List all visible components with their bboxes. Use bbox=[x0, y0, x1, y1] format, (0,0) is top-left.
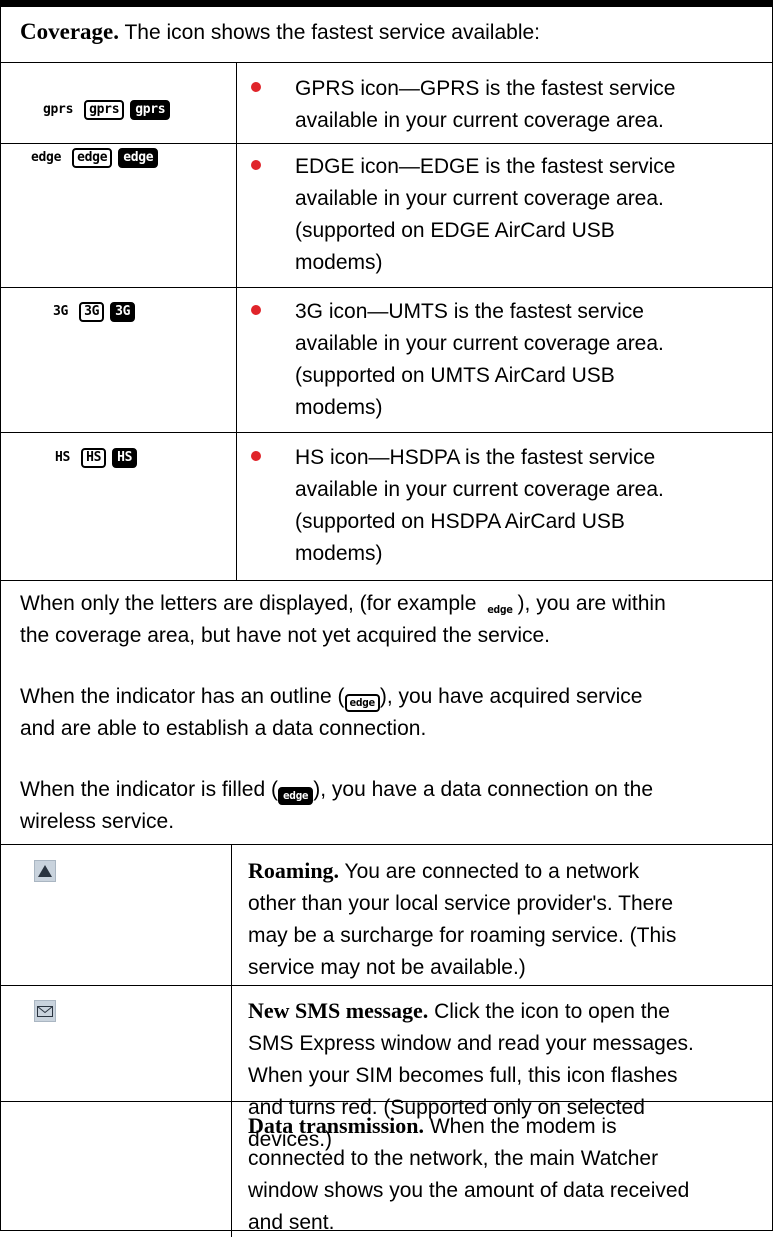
coverage-heading: Coverage. The icon shows the fastest ser… bbox=[20, 16, 540, 49]
umts-description: 3G icon—UMTS is the fastest service avai… bbox=[295, 296, 750, 424]
text-line: (supported on EDGE AirCard USB bbox=[295, 219, 615, 242]
note-text: and are able to establish a data connect… bbox=[20, 717, 427, 740]
bullet-icon bbox=[251, 451, 261, 461]
text-line: service may not be available.) bbox=[248, 956, 526, 979]
gprs-letters-icon: gprs bbox=[43, 102, 74, 117]
gprs-icons: gprs gprs gprs bbox=[38, 100, 171, 120]
coverage-title: Coverage. bbox=[20, 19, 119, 44]
edge-icons: edge edge edge bbox=[26, 148, 159, 168]
note-text: ), you have acquired service bbox=[379, 685, 643, 708]
note-outline: When the indicator has an outline (edge)… bbox=[20, 681, 750, 745]
3g-filled-icon: 3G bbox=[110, 302, 136, 322]
note-letters-only: When only the letters are displayed, (fo… bbox=[20, 588, 750, 652]
hsdpa-icons: HS HS HS bbox=[50, 448, 138, 468]
data-transmission-title: Data transmission. bbox=[248, 1113, 425, 1138]
envelope-glyph bbox=[37, 1005, 53, 1017]
text-line: Click the icon to open the bbox=[428, 1000, 670, 1023]
row-divider bbox=[0, 432, 773, 433]
envelope-icon bbox=[34, 1000, 56, 1022]
edge-letters-icon: edge bbox=[487, 603, 513, 616]
sms-title: New SMS message. bbox=[248, 998, 429, 1023]
text-line: When the modem is bbox=[424, 1115, 617, 1138]
note-text: ), you are within bbox=[517, 592, 666, 615]
row-divider bbox=[0, 287, 773, 288]
edge-filled-icon: edge bbox=[277, 787, 314, 805]
roaming-description: Roaming. You are connected to a network … bbox=[248, 855, 753, 984]
text-line: 3G icon—UMTS is the fastest service bbox=[295, 300, 644, 323]
row-divider bbox=[0, 62, 773, 63]
note-text: When only the letters are displayed, (fo… bbox=[20, 592, 483, 615]
note-filled: When the indicator is filled (edge), you… bbox=[20, 774, 750, 838]
row-divider bbox=[0, 1101, 773, 1102]
column-divider bbox=[236, 63, 237, 580]
text-line: available in your current coverage area. bbox=[295, 109, 664, 132]
text-line: (supported on UMTS AirCard USB bbox=[295, 364, 615, 387]
hsdpa-description: HS icon—HSDPA is the fastest service ava… bbox=[295, 442, 750, 570]
edge-outline-icon: edge bbox=[344, 694, 380, 712]
umts-icons: 3G 3G 3G bbox=[48, 302, 136, 322]
gprs-outline-icon: gprs bbox=[84, 100, 125, 120]
edge-description: EDGE icon—EDGE is the fastest service av… bbox=[295, 151, 750, 279]
note-text: When the indicator is filled ( bbox=[20, 778, 278, 801]
gprs-filled-icon: gprs bbox=[130, 100, 171, 120]
text-line: other than your local service provider's… bbox=[248, 892, 673, 915]
text-line: window shows you the amount of data rece… bbox=[248, 1179, 690, 1202]
text-line: (supported on HSDPA AirCard USB bbox=[295, 510, 625, 533]
data-transmission-description: Data transmission. When the modem is con… bbox=[248, 1110, 753, 1239]
text-line: and sent. bbox=[248, 1211, 335, 1234]
edge-outline-icon: edge bbox=[72, 148, 113, 168]
hs-filled-icon: HS bbox=[112, 448, 138, 468]
text-line: may be a surcharge for roaming service. … bbox=[248, 924, 677, 947]
text-line: connected to the network, the main Watch… bbox=[248, 1147, 659, 1170]
3g-outline-icon: 3G bbox=[79, 302, 105, 322]
text-line: When your SIM becomes full, this icon fl… bbox=[248, 1064, 678, 1087]
triangle-glyph bbox=[38, 865, 52, 877]
top-rule bbox=[0, 0, 773, 7]
note-text: the coverage area, but have not yet acqu… bbox=[20, 624, 550, 647]
roaming-title: Roaming. bbox=[248, 858, 340, 883]
text-line: modems) bbox=[295, 251, 383, 274]
text-line: modems) bbox=[295, 542, 383, 565]
roaming-triangle-icon bbox=[34, 860, 56, 882]
bullet-icon bbox=[251, 82, 261, 92]
row-divider bbox=[0, 985, 773, 986]
note-text: When the indicator has an outline ( bbox=[20, 685, 345, 708]
row-divider bbox=[0, 844, 773, 845]
text-line: available in your current coverage area. bbox=[295, 332, 664, 355]
text-line: EDGE icon—EDGE is the fastest service bbox=[295, 155, 676, 178]
note-text: ), you have a data connection on the bbox=[313, 778, 653, 801]
text-line: SMS Express window and read your message… bbox=[248, 1032, 694, 1055]
hs-outline-icon: HS bbox=[81, 448, 107, 468]
text-line: GPRS icon—GPRS is the fastest service bbox=[295, 77, 676, 100]
note-text: wireless service. bbox=[20, 810, 175, 833]
3g-letters-icon: 3G bbox=[53, 304, 69, 319]
bullet-icon bbox=[251, 305, 261, 315]
text-line: HS icon—HSDPA is the fastest service bbox=[295, 446, 656, 469]
hs-letters-icon: HS bbox=[55, 450, 71, 465]
edge-filled-icon: edge bbox=[118, 148, 159, 168]
text-line: modems) bbox=[295, 396, 383, 419]
text-line: available in your current coverage area. bbox=[295, 478, 664, 501]
column-divider bbox=[231, 845, 232, 1237]
row-divider bbox=[0, 580, 773, 581]
row-divider bbox=[0, 143, 773, 144]
text-line: available in your current coverage area. bbox=[295, 187, 664, 210]
edge-letters-icon: edge bbox=[31, 150, 62, 165]
bullet-icon bbox=[251, 160, 261, 170]
coverage-intro: The icon shows the fastest service avail… bbox=[119, 21, 540, 44]
gprs-description: GPRS icon—GPRS is the fastest service av… bbox=[295, 73, 750, 137]
text-line: You are connected to a network bbox=[339, 860, 640, 883]
